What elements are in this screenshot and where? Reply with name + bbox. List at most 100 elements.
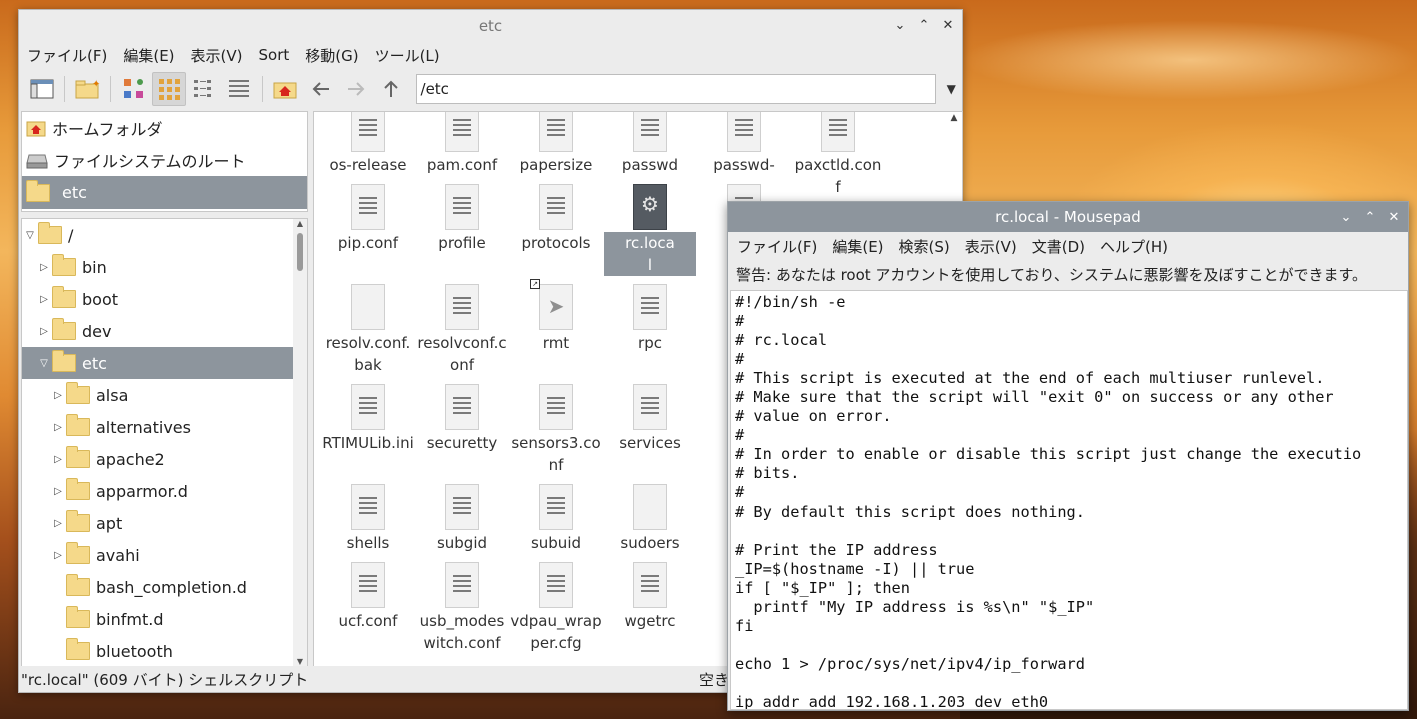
expander-open-icon[interactable]: ▽: [22, 230, 38, 241]
back-button[interactable]: [304, 72, 337, 106]
tree-item-apache2[interactable]: ▷ apache2: [22, 443, 307, 475]
tree-item-label: etc: [82, 353, 107, 373]
menu-go[interactable]: 移動(G): [305, 45, 358, 66]
expander-closed-icon[interactable]: ▷: [50, 422, 66, 433]
tree-item-etc[interactable]: ▽ etc: [22, 347, 293, 379]
file-item[interactable]: subuid: [510, 484, 602, 554]
expander-open-icon[interactable]: ▽: [36, 358, 52, 369]
text-file-icon: [351, 184, 385, 230]
expander-closed-icon[interactable]: ▷: [50, 454, 66, 465]
expander-closed-icon[interactable]: ▷: [50, 518, 66, 529]
file-item[interactable]: resolvconf.conf: [416, 284, 508, 376]
text-file-icon: [539, 184, 573, 230]
file-manager-titlebar[interactable]: etc ⌄ ⌃ ✕: [19, 10, 962, 41]
mousepad-titlebar[interactable]: rc.local - Mousepad ⌄ ⌃ ✕: [728, 202, 1408, 232]
file-item[interactable]: passwd: [604, 112, 696, 176]
menu-edit[interactable]: 編集(E): [123, 45, 174, 66]
menu-edit[interactable]: 編集(E): [832, 236, 883, 257]
place-home[interactable]: ホームフォルダ: [22, 112, 307, 144]
file-item[interactable]: usb_modeswitch.conf: [416, 562, 508, 654]
menu-file[interactable]: ファイル(F): [27, 45, 107, 66]
tree-item-root[interactable]: ▽ /: [22, 219, 307, 251]
new-window-icon: [30, 79, 54, 99]
file-item[interactable]: wgetrc: [604, 562, 696, 632]
menu-help[interactable]: ヘルプ(H): [1100, 236, 1168, 257]
close-icon[interactable]: ✕: [1386, 210, 1402, 225]
new-window-button[interactable]: [25, 72, 58, 106]
maximize-icon[interactable]: ⌃: [1362, 210, 1378, 225]
tree-scrollbar[interactable]: ▲ ▼: [293, 219, 307, 666]
file-item[interactable]: shells: [322, 484, 414, 554]
place-label: etc: [62, 183, 87, 202]
file-item[interactable]: passwd-: [698, 112, 790, 176]
menu-view[interactable]: 表示(V): [965, 236, 1017, 257]
file-item[interactable]: protocols: [510, 184, 602, 254]
view-thumbnail-button[interactable]: [117, 72, 150, 106]
tree-item-bluetooth[interactable]: bluetooth: [22, 635, 307, 666]
file-item[interactable]: ↗ ➤ rmt: [510, 279, 602, 354]
file-item[interactable]: pam.conf: [416, 112, 508, 176]
file-item[interactable]: paxctld.conf: [792, 112, 884, 198]
menu-sort[interactable]: Sort: [259, 46, 290, 64]
file-item[interactable]: subgid: [416, 484, 508, 554]
file-item[interactable]: rpc: [604, 284, 696, 354]
expander-closed-icon[interactable]: ▷: [36, 262, 52, 273]
status-selection-info: "rc.local" (609 バイト) シェルスクリプト: [21, 670, 309, 689]
tree-item-apt[interactable]: ▷ apt: [22, 507, 307, 539]
tree-item-dev[interactable]: ▷ dev: [22, 315, 307, 347]
view-list-button[interactable]: [223, 72, 256, 106]
file-item[interactable]: services: [604, 384, 696, 454]
menu-view[interactable]: 表示(V): [191, 45, 243, 66]
mousepad-window: rc.local - Mousepad ⌄ ⌃ ✕ ファイル(F) 編集(E) …: [727, 201, 1409, 711]
close-icon[interactable]: ✕: [940, 18, 956, 33]
minimize-icon[interactable]: ⌄: [892, 18, 908, 33]
place-filesystem-root[interactable]: ファイルシステムのルート: [22, 144, 307, 176]
file-item[interactable]: resolv.conf.bak: [322, 284, 414, 376]
place-etc[interactable]: etc: [22, 176, 307, 209]
file-item[interactable]: RTIMULib.ini: [322, 384, 414, 454]
expander-closed-icon[interactable]: ▷: [50, 486, 66, 497]
scroll-up-icon[interactable]: ▲: [947, 113, 961, 123]
tree-item-bin[interactable]: ▷ bin: [22, 251, 307, 283]
menu-search[interactable]: 検索(S): [899, 236, 950, 257]
tree-item-apparmor[interactable]: ▷ apparmor.d: [22, 475, 307, 507]
expander-closed-icon[interactable]: ▷: [50, 390, 66, 401]
maximize-icon[interactable]: ⌃: [916, 18, 932, 33]
scroll-down-icon[interactable]: ▼: [293, 657, 307, 666]
expander-closed-icon[interactable]: ▷: [50, 550, 66, 561]
file-item-selected[interactable]: ⚙ rc.local: [604, 184, 696, 276]
file-item[interactable]: ucf.conf: [322, 562, 414, 632]
file-item[interactable]: securetty: [416, 384, 508, 454]
directory-tree: ▽ / ▷ bin ▷ boot ▷ dev ▽ etc ▷ alsa ▷ al…: [21, 218, 308, 667]
chevron-down-icon[interactable]: ▼: [940, 82, 961, 96]
tree-item-bash-completion[interactable]: bash_completion.d: [22, 571, 307, 603]
scrollbar-thumb[interactable]: [297, 233, 303, 271]
view-compact-button[interactable]: [188, 72, 221, 106]
file-item[interactable]: papersize: [510, 112, 602, 176]
file-item[interactable]: sensors3.conf: [510, 384, 602, 476]
view-icon-button[interactable]: [152, 72, 186, 106]
tree-item-alsa[interactable]: ▷ alsa: [22, 379, 307, 411]
tree-item-binfmt[interactable]: binfmt.d: [22, 603, 307, 635]
file-item[interactable]: vdpau_wrapper.cfg: [510, 562, 602, 654]
expander-closed-icon[interactable]: ▷: [36, 326, 52, 337]
tree-item-boot[interactable]: ▷ boot: [22, 283, 307, 315]
home-button[interactable]: [269, 72, 302, 106]
forward-button[interactable]: [339, 72, 372, 106]
file-item[interactable]: ↗ os-release: [322, 112, 414, 176]
menu-tools[interactable]: ツール(L): [375, 45, 440, 66]
expander-closed-icon[interactable]: ▷: [36, 294, 52, 305]
scroll-up-icon[interactable]: ▲: [293, 219, 307, 228]
file-item[interactable]: pip.conf: [322, 184, 414, 254]
tree-item-avahi[interactable]: ▷ avahi: [22, 539, 307, 571]
new-folder-button[interactable]: ✦: [71, 72, 104, 106]
menu-document[interactable]: 文書(D): [1032, 236, 1085, 257]
menu-file[interactable]: ファイル(F): [737, 236, 817, 257]
up-button[interactable]: [374, 72, 407, 106]
path-bar[interactable]: /etc: [415, 74, 937, 104]
file-item[interactable]: profile: [416, 184, 508, 254]
text-editor-area[interactable]: #!/bin/sh -e # # rc.local # # This scrip…: [730, 290, 1408, 710]
file-item[interactable]: sudoers: [604, 484, 696, 554]
minimize-icon[interactable]: ⌄: [1338, 210, 1354, 225]
tree-item-alternatives[interactable]: ▷ alternatives: [22, 411, 307, 443]
